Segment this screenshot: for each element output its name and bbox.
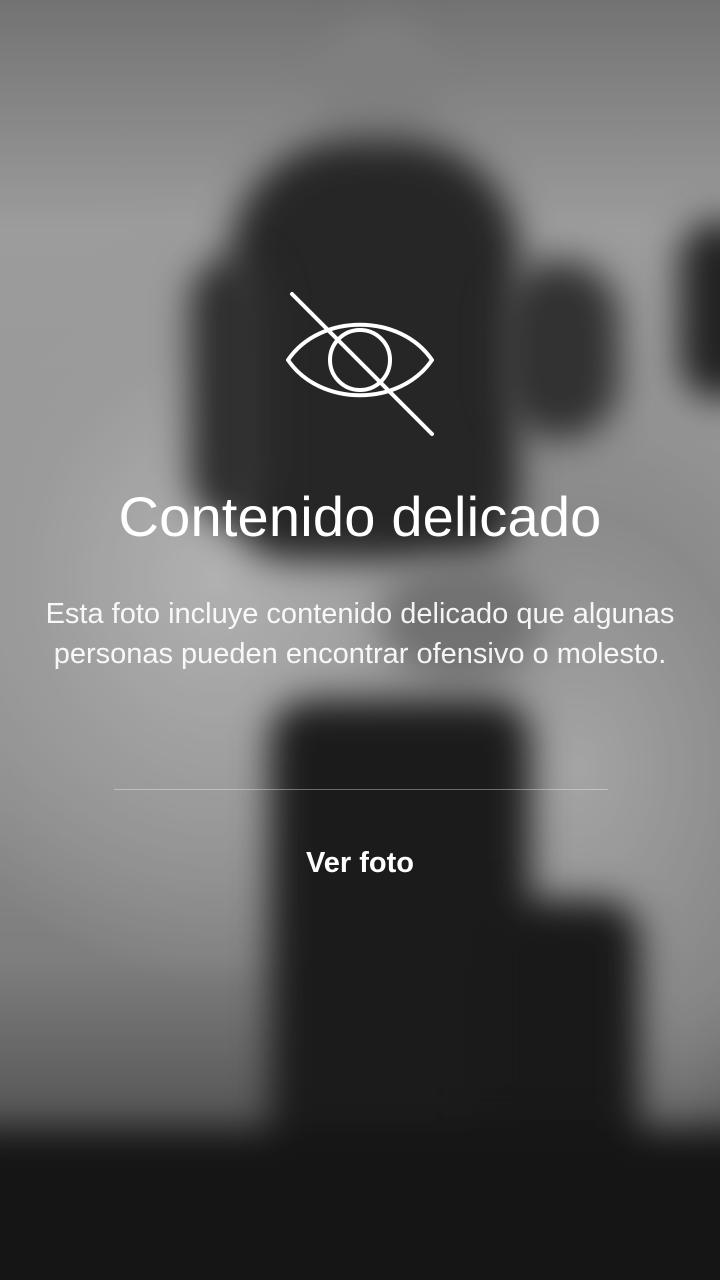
sensitive-content-description: Esta foto incluye contenido delicado que… (45, 598, 675, 670)
view-photo-button[interactable]: Ver foto (220, 835, 500, 891)
eye-slash-icon (286, 292, 434, 436)
divider (114, 789, 608, 790)
page-title: Contenido delicado (118, 485, 602, 548)
sensitive-content-overlay: Contenido delicado Esta foto incluye con… (0, 0, 720, 1280)
sensitive-content-screen: Contenido delicado Esta foto incluye con… (0, 0, 720, 1280)
